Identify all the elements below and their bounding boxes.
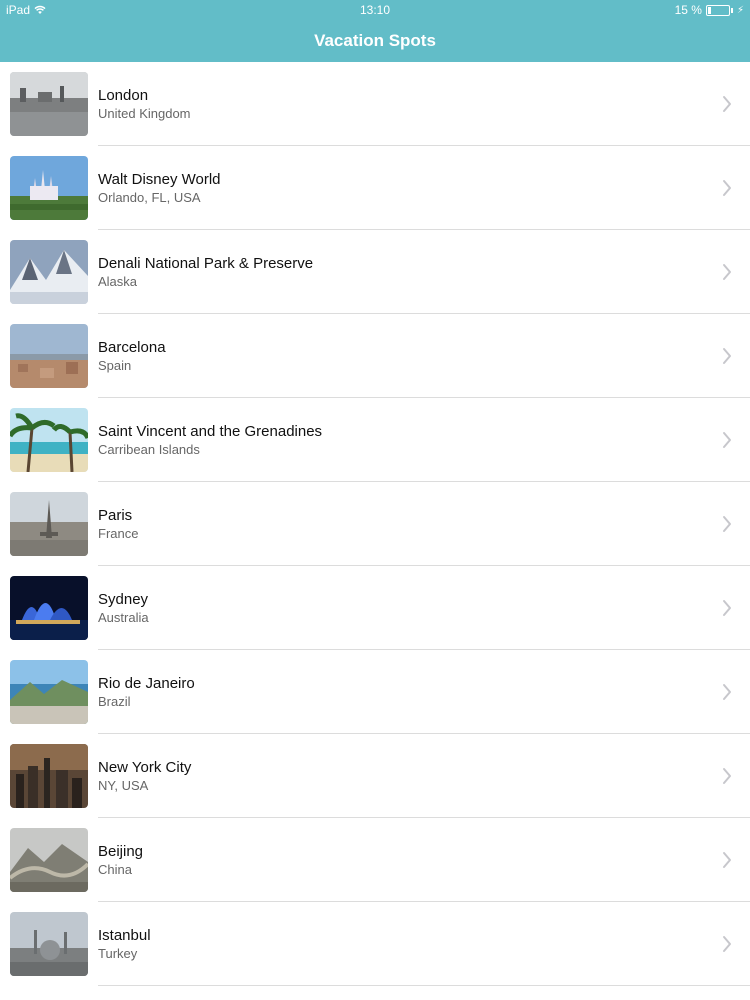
battery-icon xyxy=(705,4,730,16)
chevron-right-icon xyxy=(722,515,732,533)
list-item-title: Beijing xyxy=(98,843,144,860)
list-item-subtitle: Carribean Islands xyxy=(98,442,200,457)
chevron-right-icon xyxy=(722,935,732,953)
nyc-thumbnail xyxy=(10,744,88,808)
chevron-right-icon xyxy=(722,851,732,869)
istanbul-thumbnail xyxy=(10,912,88,976)
page-title: Vacation Spots xyxy=(314,31,436,50)
battery-tip xyxy=(730,7,733,13)
clock: 13:10 xyxy=(359,3,391,17)
vacation-spots-list[interactable]: London United Kingdom Walt Disney World Orl… xyxy=(0,62,750,1000)
charging-bolt-icon: ⚡ xyxy=(736,4,744,16)
st-vincent-thumbnail xyxy=(10,408,88,472)
list-item[interactable]: Istanbul Turkey xyxy=(0,902,750,986)
london-thumbnail xyxy=(10,72,88,136)
list-item-title: Rio de Janeiro xyxy=(98,675,195,692)
chevron-right-icon xyxy=(722,431,732,449)
navigation-bar: iPad 13:10 15 % ⚡ Vacation Spots xyxy=(0,0,750,62)
barcelona-thumbnail xyxy=(10,324,88,388)
list-item-title: Walt Disney World xyxy=(98,171,221,188)
chevron-right-icon xyxy=(722,347,732,365)
list-item-subtitle: China xyxy=(98,862,132,877)
list-item-subtitle: Orlando, FL, USA xyxy=(98,190,201,205)
list-item-title: London xyxy=(98,87,149,104)
list-item-subtitle: Brazil xyxy=(98,694,131,709)
battery-indicator: 15 % ⚡ xyxy=(675,3,744,17)
list-item[interactable]: Paris France xyxy=(0,482,750,566)
chevron-right-icon xyxy=(722,263,732,281)
denali-thumbnail xyxy=(10,240,88,304)
list-item[interactable]: Rio de Janeiro Brazil xyxy=(0,650,750,734)
list-item[interactable]: Saint Vincent and the Grenadines Carribea… xyxy=(0,398,750,482)
chevron-right-icon xyxy=(722,599,732,617)
list-item-title: Denali National Park & Preserve xyxy=(98,255,314,272)
rio-thumbnail xyxy=(10,660,88,724)
list-item[interactable]: Denali National Park & Preserve Alaska xyxy=(0,230,750,314)
list-item-subtitle: France xyxy=(98,526,139,541)
list-item-title: Barcelona xyxy=(98,339,166,356)
disney-thumbnail xyxy=(10,156,88,220)
list-item[interactable]: Barcelona Spain xyxy=(0,314,750,398)
status-bar: iPad 13:10 15 % ⚡ xyxy=(0,0,750,20)
chevron-right-icon xyxy=(722,683,732,701)
list-item-subtitle: Spain xyxy=(98,358,132,373)
list-item-title: Sydney xyxy=(98,591,149,608)
list-item-subtitle: United Kingdom xyxy=(98,106,191,121)
list-item-subtitle: NY, USA xyxy=(98,778,149,793)
beijing-thumbnail xyxy=(10,828,88,892)
list-item-title: Saint Vincent and the Grenadines xyxy=(98,423,323,440)
row-separator xyxy=(98,985,750,986)
list-item-title: Istanbul xyxy=(98,927,151,944)
list-item-title: New York City xyxy=(98,759,192,776)
list-item[interactable]: Beijing China xyxy=(0,818,750,902)
battery-level-fill xyxy=(707,6,711,14)
list-item-subtitle: Australia xyxy=(98,610,149,625)
list-item-title: Paris xyxy=(98,507,133,524)
chevron-right-icon xyxy=(722,179,732,197)
chevron-right-icon xyxy=(722,767,732,785)
sydney-thumbnail xyxy=(10,576,88,640)
list-item[interactable]: Walt Disney World Orlando, FL, USA xyxy=(0,146,750,230)
battery-percent: 15 % xyxy=(674,3,702,17)
list-item[interactable]: New York City NY, USA xyxy=(0,734,750,818)
chevron-right-icon xyxy=(722,95,732,113)
list-item[interactable]: Sydney Australia xyxy=(0,566,750,650)
list-item[interactable]: London United Kingdom xyxy=(0,62,750,146)
list-item-subtitle: Turkey xyxy=(98,946,138,961)
paris-thumbnail xyxy=(10,492,88,556)
list-item-subtitle: Alaska xyxy=(98,274,138,289)
